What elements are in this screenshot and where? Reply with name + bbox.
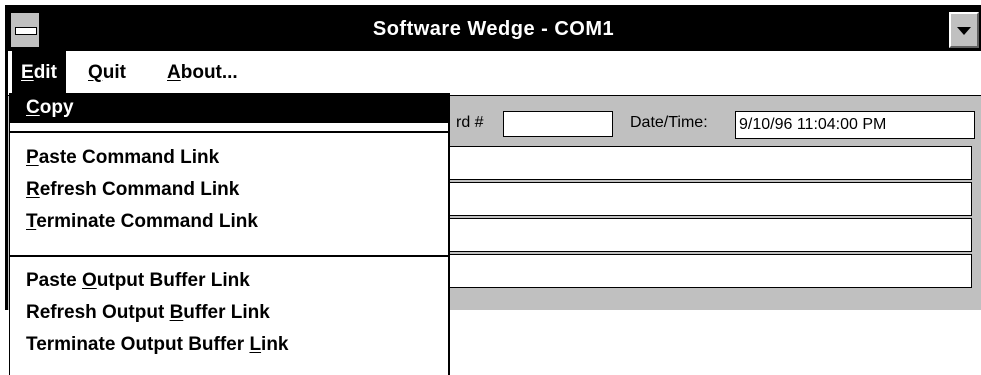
menu-item-copy[interactable]: Copy bbox=[10, 93, 448, 123]
data-field-1[interactable] bbox=[448, 146, 972, 180]
data-field-2[interactable] bbox=[448, 182, 972, 216]
system-menu-bar bbox=[15, 27, 37, 35]
down-arrow-icon[interactable] bbox=[949, 12, 979, 48]
menu-bar: Edit Quit About... bbox=[8, 51, 981, 96]
record-label: rd # bbox=[456, 114, 484, 131]
edit-menu-dropdown: Copy Paste Command Link Refresh Command … bbox=[9, 93, 450, 375]
menu-item-paste-output-buffer-link[interactable]: Paste Output Buffer Link bbox=[10, 266, 448, 296]
system-menu-icon[interactable] bbox=[10, 12, 40, 48]
menu-item-terminate-output-buffer-link[interactable]: Terminate Output Buffer Link bbox=[10, 330, 448, 360]
datetime-field[interactable]: 9/10/96 11:04:00 PM bbox=[735, 111, 975, 139]
menu-item-paste-command-link[interactable]: Paste Command Link bbox=[10, 143, 448, 173]
menu-item-refresh-output-buffer-link[interactable]: Refresh Output Buffer Link bbox=[10, 298, 448, 328]
datetime-label: Date/Time: bbox=[630, 114, 708, 131]
menu-quit[interactable]: Quit bbox=[79, 51, 135, 95]
record-number-field[interactable] bbox=[503, 111, 613, 137]
menu-separator bbox=[10, 131, 448, 133]
menu-separator bbox=[10, 255, 448, 257]
window-title: Software Wedge - COM1 bbox=[372, 18, 615, 40]
title-bar[interactable]: Software Wedge - COM1 bbox=[8, 8, 981, 51]
menu-edit[interactable]: Edit bbox=[12, 51, 66, 95]
down-arrow-glyph bbox=[957, 27, 971, 35]
menu-item-terminate-command-link[interactable]: Terminate Command Link bbox=[10, 207, 448, 237]
menu-item-refresh-command-link[interactable]: Refresh Command Link bbox=[10, 175, 448, 205]
data-field-3[interactable] bbox=[448, 218, 972, 252]
data-field-4[interactable] bbox=[448, 254, 972, 288]
menu-about[interactable]: About... bbox=[158, 51, 247, 95]
